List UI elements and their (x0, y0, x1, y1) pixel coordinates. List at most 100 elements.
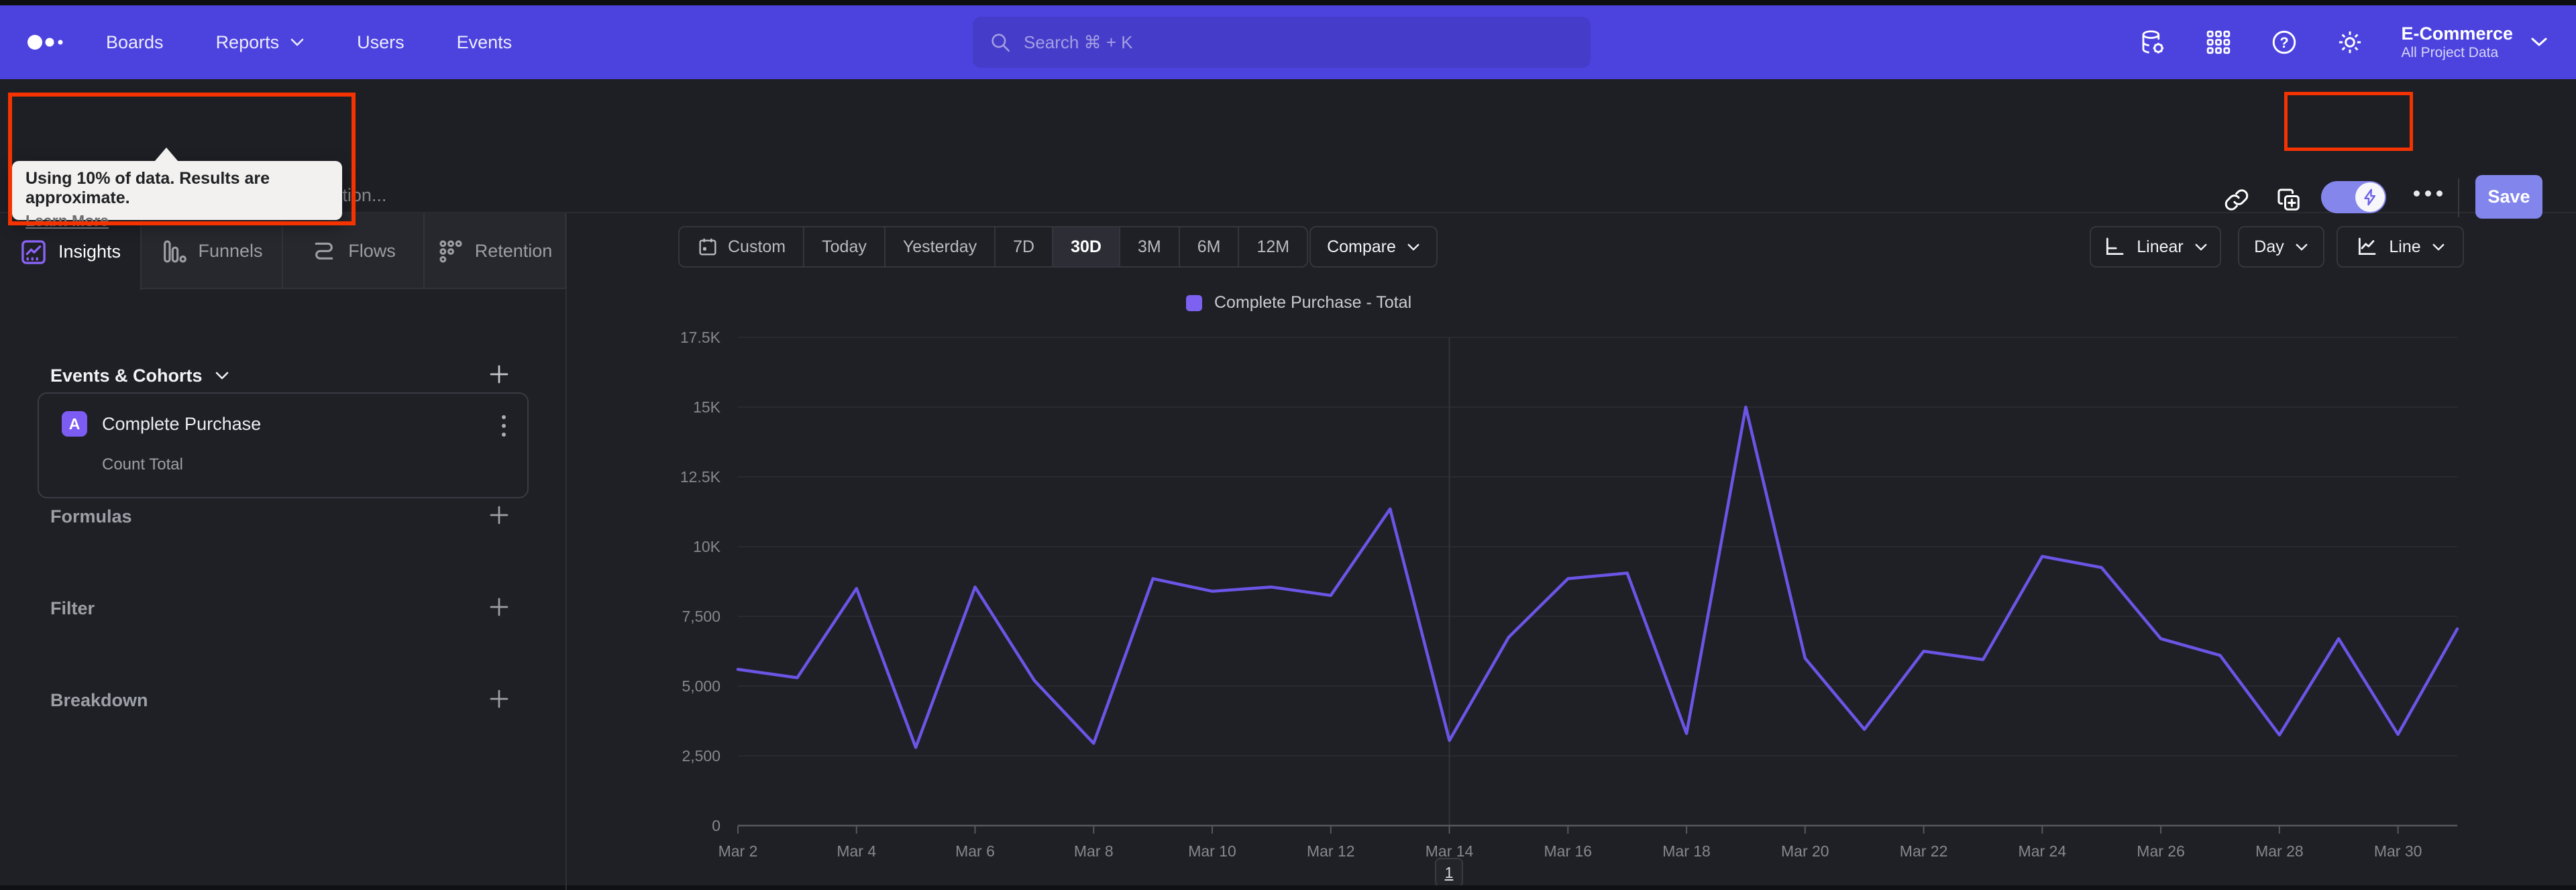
add-breakdown-button[interactable] (487, 687, 511, 714)
query-builder-sidebar: Events & Cohorts A Complete Purchase Cou… (0, 289, 566, 890)
flows-icon (315, 242, 333, 260)
formulas-section: Formulas (0, 493, 566, 540)
more-options-button[interactable] (2414, 190, 2443, 197)
chevron-down-icon (2432, 243, 2445, 250)
report-header: Untitled Sampled + Add description... (0, 79, 2576, 219)
chevron-down-icon (2296, 243, 2308, 250)
apps-grid-icon[interactable] (2204, 27, 2233, 57)
svg-text:Mar 22: Mar 22 (1900, 842, 1948, 860)
search-icon (991, 34, 1010, 52)
lightning-bolt-icon (2364, 188, 2376, 206)
help-icon[interactable]: ? (2269, 27, 2299, 57)
svg-text:0: 0 (712, 817, 720, 834)
event-card[interactable]: A Complete Purchase Count Total (38, 392, 529, 498)
svg-text:2,500: 2,500 (682, 747, 720, 765)
svg-text:Mar 28: Mar 28 (2255, 842, 2304, 860)
svg-text:Mar 18: Mar 18 (1662, 842, 1711, 860)
range-today[interactable]: Today (804, 227, 885, 266)
event-kebab-menu[interactable] (498, 411, 510, 441)
y-scale-dropdown[interactable]: Linear (2090, 226, 2221, 268)
logo-dots-icon (28, 35, 63, 50)
compare-dropdown[interactable]: Compare (1309, 226, 1438, 268)
svg-text:Mar 10: Mar 10 (1188, 842, 1236, 860)
chevron-down-icon (290, 38, 304, 46)
chevron-down-icon (215, 372, 228, 380)
svg-text:?: ? (2280, 34, 2289, 51)
mixpanel-logo[interactable] (27, 32, 74, 52)
svg-text:7,500: 7,500 (682, 608, 720, 625)
nav-item-boards[interactable]: Boards (106, 32, 164, 53)
range-12m[interactable]: 12M (1239, 227, 1307, 266)
app-window: Boards Reports Users Events Search ⌘ + K… (0, 0, 2576, 890)
svg-text:Mar 6: Mar 6 (955, 842, 995, 860)
breakdown-section: Breakdown (0, 677, 566, 724)
tab-label: Insights (58, 241, 121, 262)
svg-text:Mar 2: Mar 2 (718, 842, 758, 860)
svg-text:Mar 20: Mar 20 (1781, 842, 1829, 860)
event-name[interactable]: Complete Purchase (102, 414, 261, 435)
svg-text:Mar 24: Mar 24 (2019, 842, 2067, 860)
event-metric[interactable]: Count Total (102, 455, 183, 474)
filter-label: Filter (50, 598, 95, 618)
events-cohorts-toggle[interactable]: Events & Cohorts (50, 366, 229, 386)
formulas-label: Formulas (50, 506, 132, 526)
svg-text:17.5K: 17.5K (680, 329, 721, 346)
pagination-page-1[interactable]: 1 (1435, 858, 1463, 887)
window-top-edge (0, 0, 2576, 5)
svg-text:Mar 4: Mar 4 (837, 842, 876, 860)
header-divider (2458, 178, 2459, 217)
add-to-board-icon[interactable] (2274, 185, 2304, 215)
copy-link-icon[interactable] (2222, 185, 2251, 215)
project-switcher[interactable]: E-Commerce All Project Data (2401, 23, 2548, 62)
search-bar[interactable] (973, 17, 1591, 68)
learn-more-link[interactable]: Learn More (25, 212, 109, 230)
svg-text:12.5K: 12.5K (680, 468, 721, 486)
settings-gear-icon[interactable] (2335, 27, 2365, 57)
search-input[interactable] (1024, 32, 1560, 53)
sampling-toggle[interactable] (2321, 181, 2386, 213)
svg-text:Mar 30: Mar 30 (2374, 842, 2422, 860)
filter-section: Filter (0, 585, 566, 632)
top-nav: Boards Reports Users Events Search ⌘ + K… (0, 5, 2576, 79)
save-button[interactable]: Save (2475, 175, 2542, 219)
line-chart[interactable]: 0 2,500 5,000 7,500 10K 12.5K 15K 17.5K Mar 2 Mar… (590, 282, 2576, 872)
range-3m[interactable]: 3M (1120, 227, 1180, 266)
svg-text:Mar 16: Mar 16 (1544, 842, 1593, 860)
tab-retention[interactable]: Retention (425, 213, 566, 289)
svg-text:15K: 15K (693, 398, 721, 416)
nav-item-users[interactable]: Users (357, 32, 405, 53)
data-management-icon[interactable] (2138, 27, 2167, 57)
window-bottom-edge (0, 885, 2576, 890)
nav-item-reports[interactable]: Reports (216, 32, 305, 53)
tooltip-arrow (154, 148, 178, 162)
breakdown-label: Breakdown (50, 689, 148, 710)
project-scope: All Project Data (2401, 45, 2499, 60)
project-name: E-Commerce (2401, 23, 2513, 44)
tab-label: Funnels (198, 241, 263, 261)
nav-items: Boards Reports Users Events (106, 32, 512, 53)
nav-item-events[interactable]: Events (457, 32, 513, 53)
chevron-down-icon (2531, 38, 2547, 46)
add-filter-button[interactable] (487, 595, 511, 622)
sampling-tooltip: Using 10% of data. Results are approxima… (12, 148, 342, 229)
range-yesterday[interactable]: Yesterday (885, 227, 996, 266)
retention-icon (439, 239, 462, 263)
chart-type-dropdown[interactable]: Line (2337, 226, 2464, 268)
interval-dropdown[interactable]: Day (2238, 226, 2324, 268)
range-custom[interactable]: Custom (680, 227, 805, 266)
svg-text:10K: 10K (693, 538, 721, 555)
add-event-button[interactable] (487, 362, 511, 390)
tab-label: Flows (348, 241, 396, 261)
sidebar-divider (566, 213, 567, 890)
date-range-segmented-control: Custom Today Yesterday 7D 30D 3M 6M 12M (678, 226, 1309, 268)
svg-text:Mar 8: Mar 8 (1074, 842, 1114, 860)
range-7d[interactable]: 7D (996, 227, 1054, 266)
chevron-down-icon (1407, 243, 1419, 250)
calendar-icon (699, 238, 716, 256)
tab-label: Retention (474, 241, 553, 261)
range-6m[interactable]: 6M (1180, 227, 1240, 266)
tooltip-text: Using 10% of data. Results are approxima… (25, 169, 270, 207)
add-formula-button[interactable] (487, 503, 511, 531)
range-30d-selected[interactable]: 30D (1053, 227, 1120, 266)
event-series-badge: A (62, 411, 87, 437)
